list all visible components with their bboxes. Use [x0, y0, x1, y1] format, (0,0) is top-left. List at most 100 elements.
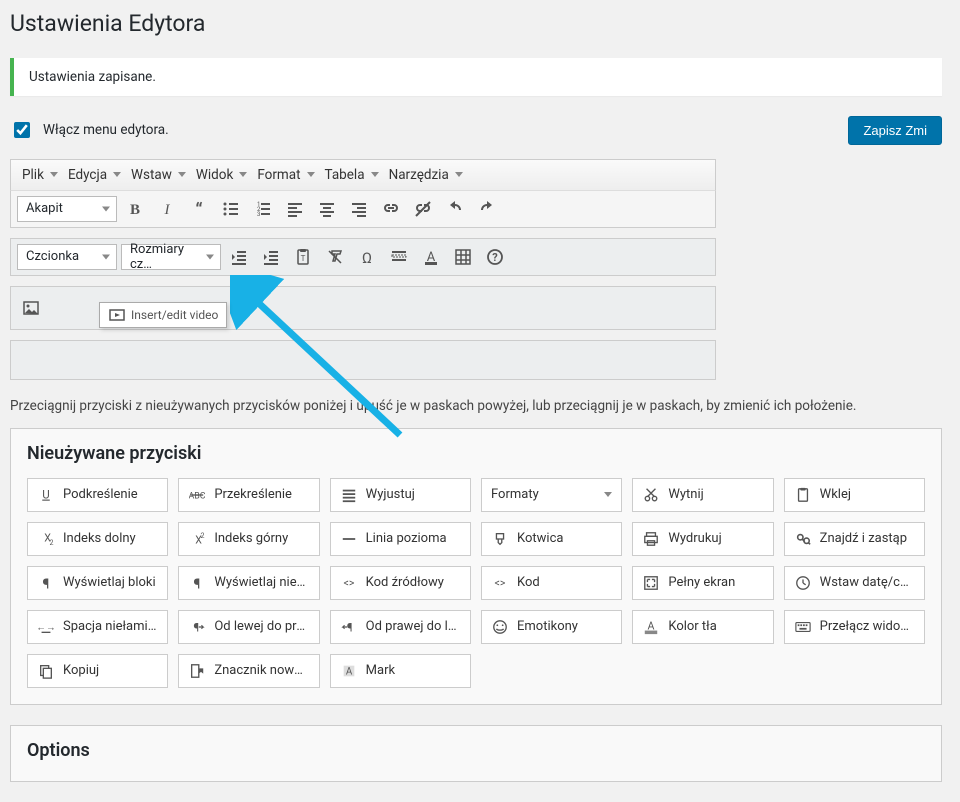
font-size-select[interactable]: Rozmiary cz… [121, 244, 221, 270]
page-title: Ustawienia Edytora [10, 0, 942, 43]
menu-format[interactable]: Format [252, 161, 319, 189]
unused-button[interactable]: Wyświetlaj bloki [27, 566, 168, 600]
chevron-down-icon [102, 254, 110, 259]
blockquote-button[interactable] [185, 195, 213, 223]
sub-icon [37, 530, 55, 548]
unused-button[interactable]: Kod źródłowy [330, 566, 471, 600]
unused-button-label: Przekreślenie [214, 487, 292, 502]
align-right-button[interactable] [345, 195, 373, 223]
unused-button[interactable]: Spacja niełamiąca [27, 610, 168, 644]
enable-editor-menu-checkbox[interactable]: Włącz menu edytora. [10, 119, 169, 141]
numbered-list-button[interactable] [249, 195, 277, 223]
unused-button[interactable]: Wyświetlaj niedruko… [178, 566, 319, 600]
insert-video-tooltip: Insert/edit video [99, 302, 227, 328]
align-center-button[interactable] [313, 195, 341, 223]
chevron-down-icon [371, 172, 379, 177]
unlink-button[interactable] [409, 195, 437, 223]
menu-edit[interactable]: Edycja [63, 161, 126, 189]
italic-button[interactable] [153, 195, 181, 223]
unused-button[interactable]: Od prawej do lewej [330, 610, 471, 644]
unused-button[interactable]: Wytnij [632, 478, 773, 512]
unused-button[interactable]: Podkreślenie [27, 478, 168, 512]
table-button[interactable] [449, 243, 477, 271]
editor-menubar: Plik Edycja Wstaw Widok Format Tabela Na… [10, 159, 716, 191]
unused-button[interactable]: Przekreślenie [178, 478, 319, 512]
font-select[interactable]: Czcionka [17, 244, 117, 270]
special-char-button[interactable] [353, 243, 381, 271]
smile-icon [491, 618, 509, 636]
redo-button[interactable] [473, 195, 501, 223]
toolbar-row-2: Czcionka Rozmiary cz… [10, 238, 716, 276]
menu-insert[interactable]: Wstaw [126, 161, 191, 189]
unused-button[interactable]: Linia pozioma [330, 522, 471, 556]
unused-button[interactable]: Przełącz widoczność… [784, 610, 925, 644]
unused-button-label: Kod źródłowy [366, 575, 444, 590]
chevron-down-icon [102, 206, 110, 211]
find-icon [794, 530, 812, 548]
unused-button-label: Spacja niełamiąca [63, 619, 158, 634]
unused-button[interactable]: Pełny ekran [632, 566, 773, 600]
insert-video-button[interactable]: Insert/edit video [49, 294, 77, 322]
unused-button-label: Wydrukuj [668, 531, 721, 546]
unused-button-label: Linia pozioma [366, 531, 447, 546]
print-icon [642, 530, 660, 548]
bullet-list-button[interactable] [217, 195, 245, 223]
paste-text-button[interactable] [289, 243, 317, 271]
unused-button[interactable]: Wstaw datę/czas [784, 566, 925, 600]
toolbar-row-4-empty[interactable] [10, 340, 716, 380]
bookmark-icon [188, 662, 206, 680]
unused-button-label: Znajdź i zastąp [820, 531, 907, 546]
unused-button[interactable]: Wklej [784, 478, 925, 512]
outdent-button[interactable] [225, 243, 253, 271]
unused-button-label: Kopiuj [63, 663, 99, 678]
unused-button[interactable]: Indeks dolny [27, 522, 168, 556]
unused-button[interactable]: Kod [481, 566, 622, 600]
enable-editor-menu-input[interactable] [14, 122, 30, 138]
unused-button-label: Wyjustuj [366, 487, 415, 502]
menu-table[interactable]: Tabela [320, 161, 384, 189]
indent-button[interactable] [257, 243, 285, 271]
menu-tools[interactable]: Narzędzia [384, 161, 468, 189]
help-button[interactable] [481, 243, 509, 271]
unused-button-label: Przełącz widoczność… [820, 619, 915, 634]
bgcolor-icon [642, 618, 660, 636]
chevron-down-icon [307, 172, 315, 177]
menu-view[interactable]: Widok [191, 161, 252, 189]
unused-button[interactable]: Kotwica [481, 522, 622, 556]
read-more-button[interactable] [385, 243, 413, 271]
unused-button[interactable]: Wydrukuj [632, 522, 773, 556]
sup-icon [188, 530, 206, 548]
bold-button[interactable] [121, 195, 149, 223]
chevron-down-icon [206, 254, 214, 259]
unused-formats-select[interactable]: Formaty [481, 478, 622, 512]
unused-button[interactable]: Indeks górny [178, 522, 319, 556]
unused-button-label: Od lewej do prawej [214, 619, 309, 634]
chevron-down-icon [113, 172, 121, 177]
unused-button[interactable]: Kolor tła [632, 610, 773, 644]
unused-button[interactable]: Od lewej do prawej [178, 610, 319, 644]
unused-button[interactable]: Kopiuj [27, 654, 168, 688]
save-button[interactable]: Zapisz Zmi [848, 116, 942, 145]
chevron-down-icon [50, 172, 58, 177]
paragraph-select[interactable]: Akapit [17, 196, 117, 222]
insert-image-button[interactable] [17, 294, 45, 322]
unused-button-label: Kod [517, 575, 540, 590]
text-color-button[interactable] [417, 243, 445, 271]
undo-button[interactable] [441, 195, 469, 223]
justify-icon [340, 486, 358, 504]
unused-button[interactable]: Znajdź i zastąp [784, 522, 925, 556]
unused-button[interactable]: Mark [330, 654, 471, 688]
align-left-button[interactable] [281, 195, 309, 223]
unused-panel-title: Nieużywane przyciski [27, 443, 925, 464]
unused-button-label: Podkreślenie [63, 487, 138, 502]
unused-button[interactable]: Znacznik nowej stro… [178, 654, 319, 688]
toolbar-row-1: Akapit [10, 191, 716, 228]
unused-button-label: Wstaw datę/czas [820, 575, 915, 590]
clear-format-button[interactable] [321, 243, 349, 271]
unused-button[interactable]: Emotikony [481, 610, 622, 644]
menu-file[interactable]: Plik [17, 161, 63, 189]
unused-button-label: Indeks górny [214, 531, 288, 546]
unused-button[interactable]: Wyjustuj [330, 478, 471, 512]
unused-button-label: Emotikony [517, 619, 578, 634]
link-button[interactable] [377, 195, 405, 223]
